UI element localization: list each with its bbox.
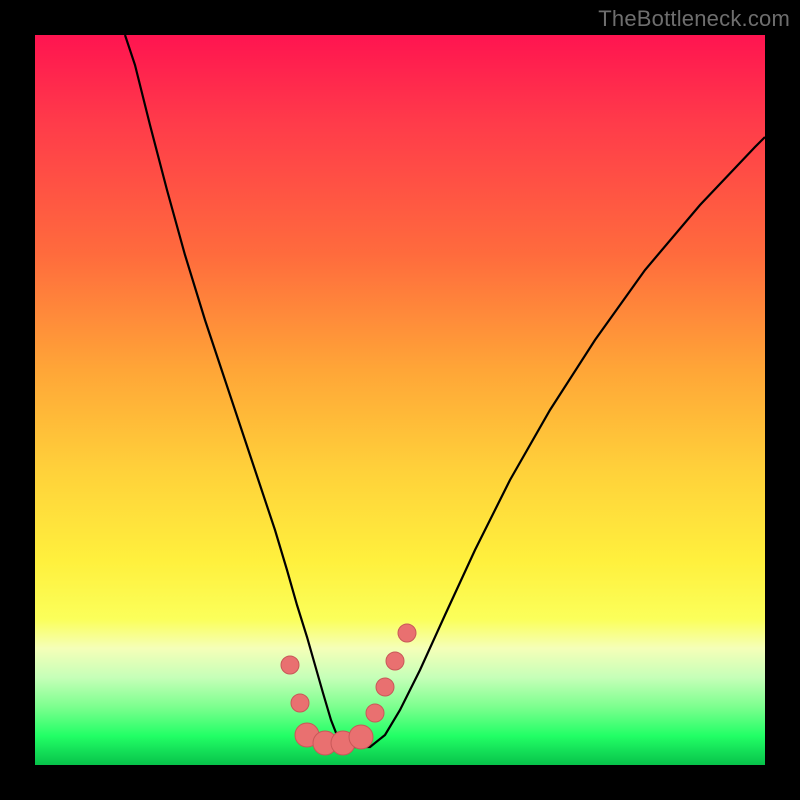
bottleneck-curve <box>125 35 765 747</box>
chart-marker <box>376 678 394 696</box>
chart-marker <box>291 694 309 712</box>
chart-marker <box>398 624 416 642</box>
chart-markers <box>281 624 416 755</box>
chart-marker <box>366 704 384 722</box>
watermark-text: TheBottleneck.com <box>598 6 790 32</box>
chart-overlay <box>35 35 765 765</box>
chart-marker <box>349 725 373 749</box>
chart-marker <box>281 656 299 674</box>
chart-frame: TheBottleneck.com <box>0 0 800 800</box>
chart-marker <box>386 652 404 670</box>
